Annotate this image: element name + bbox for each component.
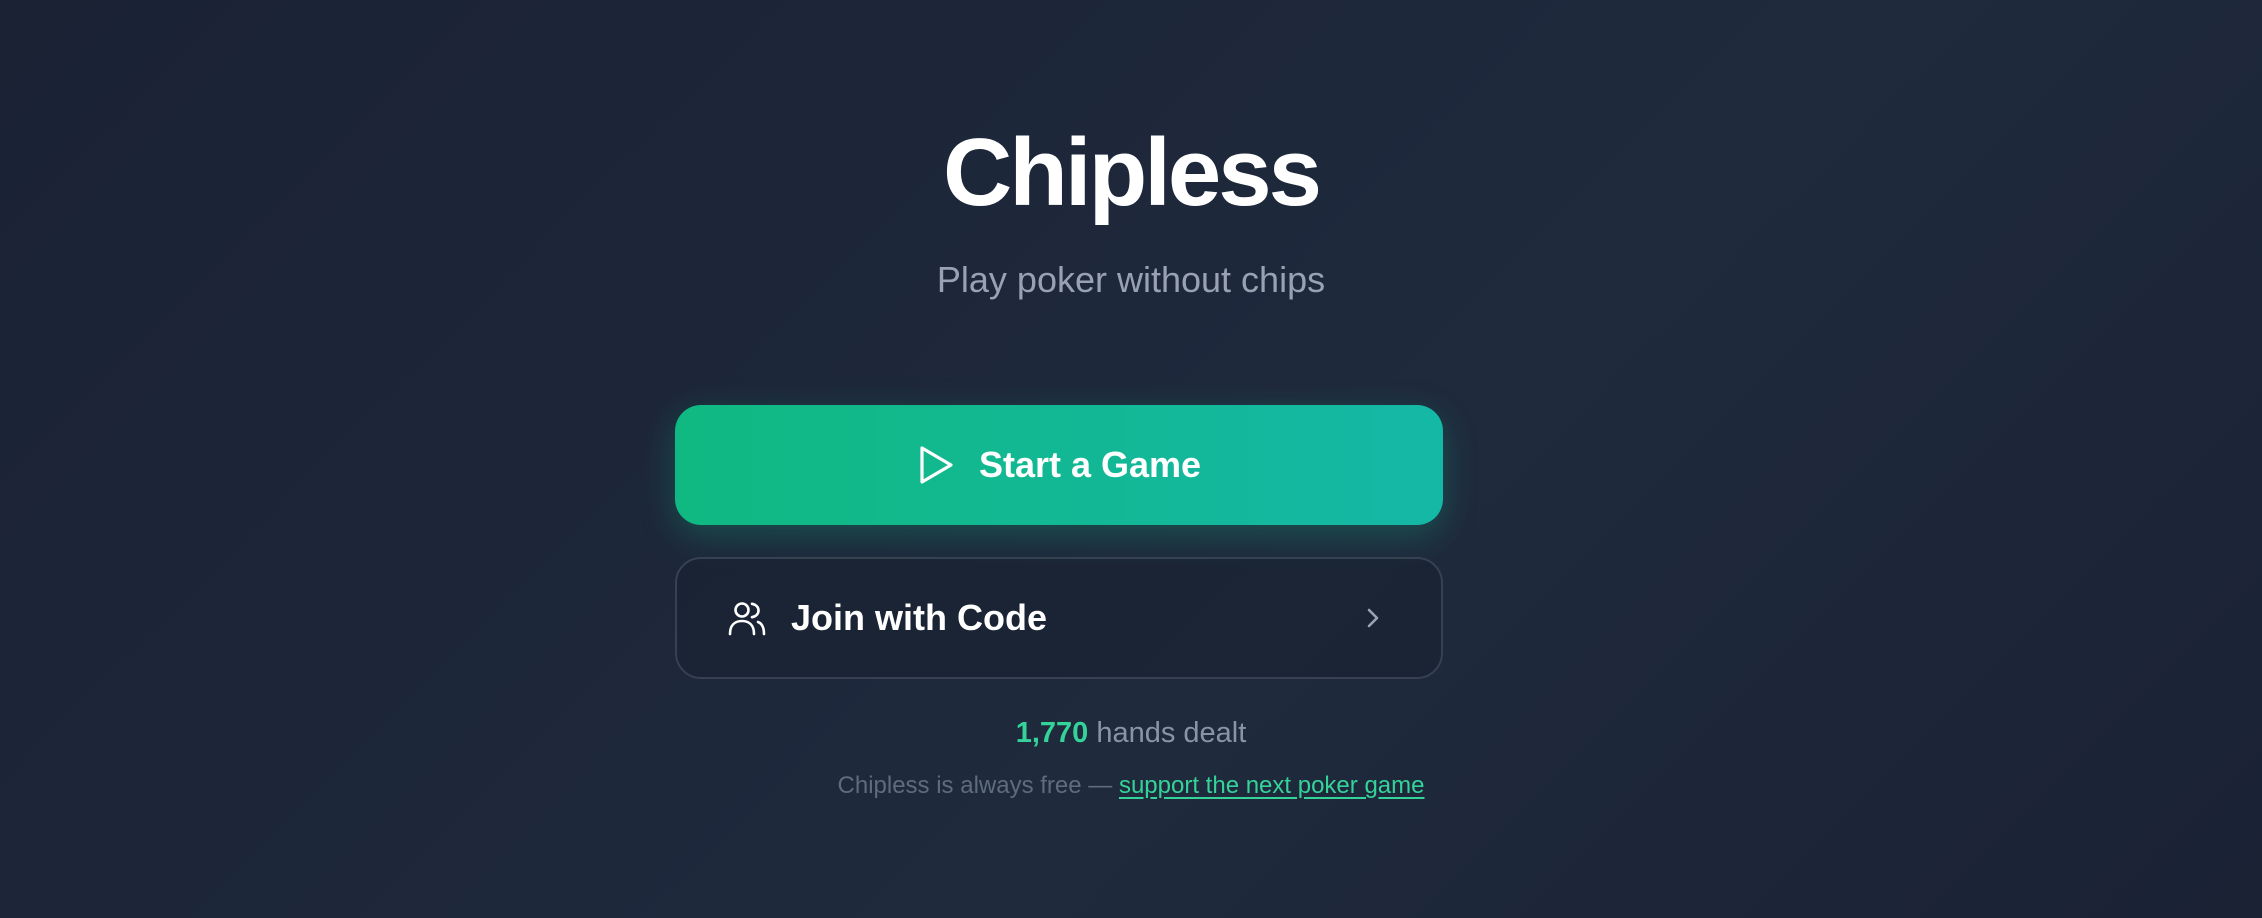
users-icon (727, 598, 767, 638)
hands-dealt-stat: 1,770 hands dealt (0, 714, 2262, 752)
join-with-code-label: Join with Code (791, 597, 1047, 638)
join-with-code-button[interactable]: Join with Code (675, 557, 1443, 679)
support-link[interactable]: support the next poker game (1119, 772, 1425, 799)
landing-page: Chipless Play poker without chips Start … (0, 0, 2262, 918)
play-icon (917, 444, 955, 486)
start-game-button[interactable]: Start a Game (675, 405, 1443, 525)
app-title: Chipless (942, 119, 1322, 226)
chevron-right-icon (1363, 606, 1383, 630)
hands-suffix: hands dealt (1096, 717, 1247, 749)
footer-note: Chipless is always free — support the ne… (0, 771, 2262, 801)
app-subtitle: Play poker without chips (936, 259, 1326, 300)
hands-count: 1,770 (1015, 717, 1089, 749)
footer-note-text: Chipless is always free — (837, 772, 1113, 799)
start-game-label: Start a Game (978, 444, 1202, 485)
